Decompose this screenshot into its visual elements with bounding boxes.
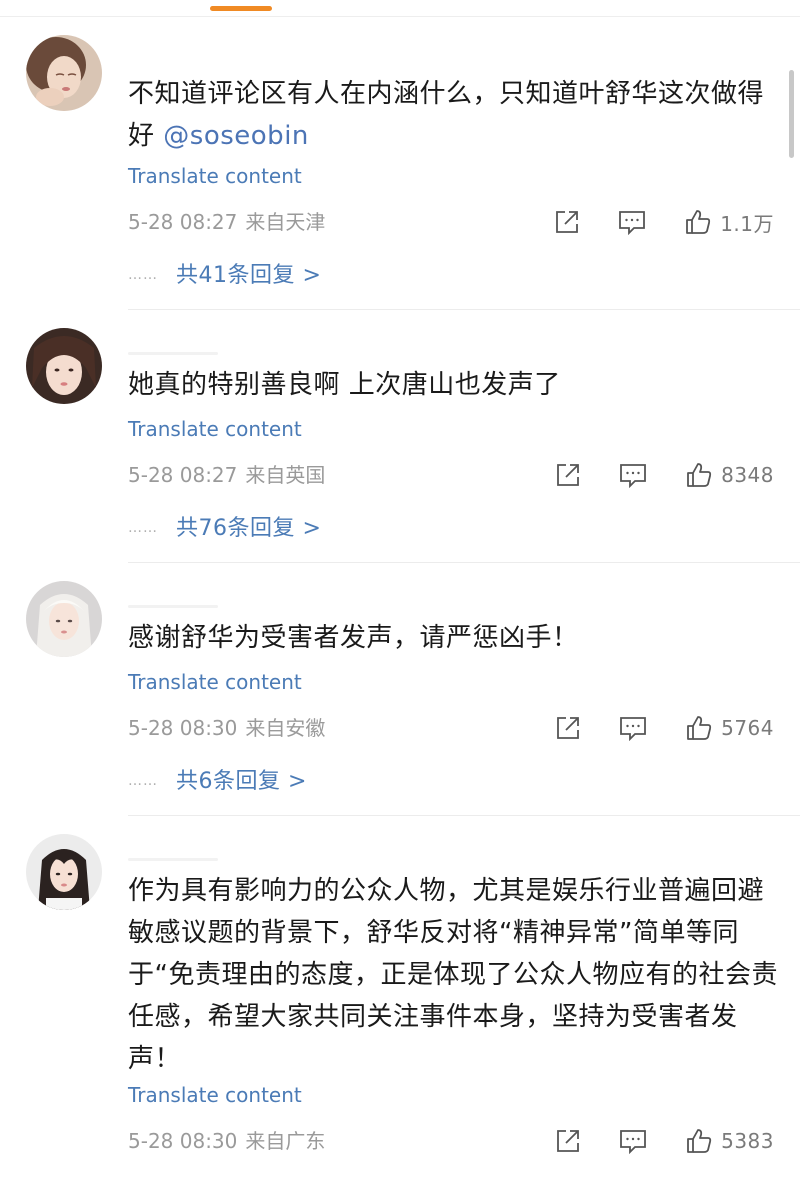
comment-icon [619,1128,647,1154]
comment-text: 她真的特别善良啊 上次唐山也发声了 [128,370,561,400]
comment-button[interactable] [619,462,647,488]
replies-dots: …… [128,773,158,789]
replies-dots: …… [128,520,158,536]
translate-link[interactable]: Translate content [128,1081,302,1109]
comment-text: 作为具有影响力的公众人物，尤其是娱乐行业普遍回避敏感议题的背景下，舒华反对将“精… [128,876,778,1074]
location: 来自天津 [245,210,326,234]
translate-link[interactable]: Translate content [128,415,302,443]
comment-meta: 5-28 08:27 来自天津 [128,208,325,236]
share-icon [555,462,581,488]
replies-count: 共76条回复 > [176,516,322,541]
comment-button[interactable] [618,209,646,235]
author-name-placeholder [128,352,218,355]
like-count: 1.1万 [720,211,774,236]
avatar[interactable] [26,35,102,111]
replies-count: 共41条回复 > [176,263,322,288]
like-icon [685,461,713,489]
replies-count: 共6条回复 > [176,769,307,794]
comment-button[interactable] [619,1128,647,1154]
author-name-placeholder [128,858,218,861]
comment-actions: 5383 [517,1126,774,1156]
location: 来自安徽 [245,716,326,740]
comment-icon [618,209,646,235]
share-icon [555,715,581,741]
scrollbar[interactable] [789,70,794,158]
replies-link[interactable]: …… 共76条回复 > [128,509,321,543]
timestamp: 5-28 08:27 [128,210,238,234]
comment-divider [128,309,800,310]
comment-actions: 5764 [517,713,774,743]
comment-text: 不知道评论区有人在内涵什么，只知道叶舒华这次做得好 @soseobin [128,79,765,151]
like-icon [684,208,712,236]
comment-icon [619,462,647,488]
comment-actions: 1.1万 [516,207,774,237]
comment-meta: 5-28 08:27 来自英国 [128,461,325,489]
avatar[interactable] [26,328,102,404]
like-button[interactable]: 1.1万 [684,208,774,237]
comment-meta: 5-28 08:30 来自安徽 [128,714,325,742]
comment-actions: 8348 [517,460,774,490]
like-button[interactable]: 5383 [685,1127,774,1155]
share-icon [555,1128,581,1154]
location: 来自英国 [245,463,326,487]
replies-dots: …… [128,267,158,283]
like-count: 5764 [721,716,774,740]
translate-link[interactable]: Translate content [128,668,302,696]
share-icon [554,209,580,235]
comment-meta: 5-28 08:30 来自广东 [128,1127,325,1155]
header-divider [0,16,800,17]
replies-link[interactable]: …… 共41条回复 > [128,256,321,290]
avatar[interactable] [26,581,102,657]
active-tab-indicator [210,6,272,11]
share-button[interactable] [555,462,581,488]
like-icon [685,714,713,742]
mention-link[interactable]: @soseobin [163,121,309,151]
like-icon [685,1127,713,1155]
comment-icon [619,715,647,741]
share-button[interactable] [554,209,580,235]
like-count: 5383 [721,1129,774,1153]
comment-text: 感谢舒华为受害者发声，请严惩凶手！ [128,623,579,653]
location: 来自广东 [245,1129,326,1153]
timestamp: 5-28 08:30 [128,1129,238,1153]
translate-link[interactable]: Translate content [128,162,302,190]
like-count: 8348 [721,463,774,487]
like-button[interactable]: 8348 [685,461,774,489]
author-name-placeholder [128,605,218,608]
timestamp: 5-28 08:30 [128,716,238,740]
like-button[interactable]: 5764 [685,714,774,742]
share-button[interactable] [555,715,581,741]
replies-link[interactable]: …… 共6条回复 > [128,762,307,796]
comment-divider [128,815,800,816]
avatar[interactable] [26,834,102,910]
comment-button[interactable] [619,715,647,741]
share-button[interactable] [555,1128,581,1154]
timestamp: 5-28 08:27 [128,463,238,487]
comment-divider [128,562,800,563]
